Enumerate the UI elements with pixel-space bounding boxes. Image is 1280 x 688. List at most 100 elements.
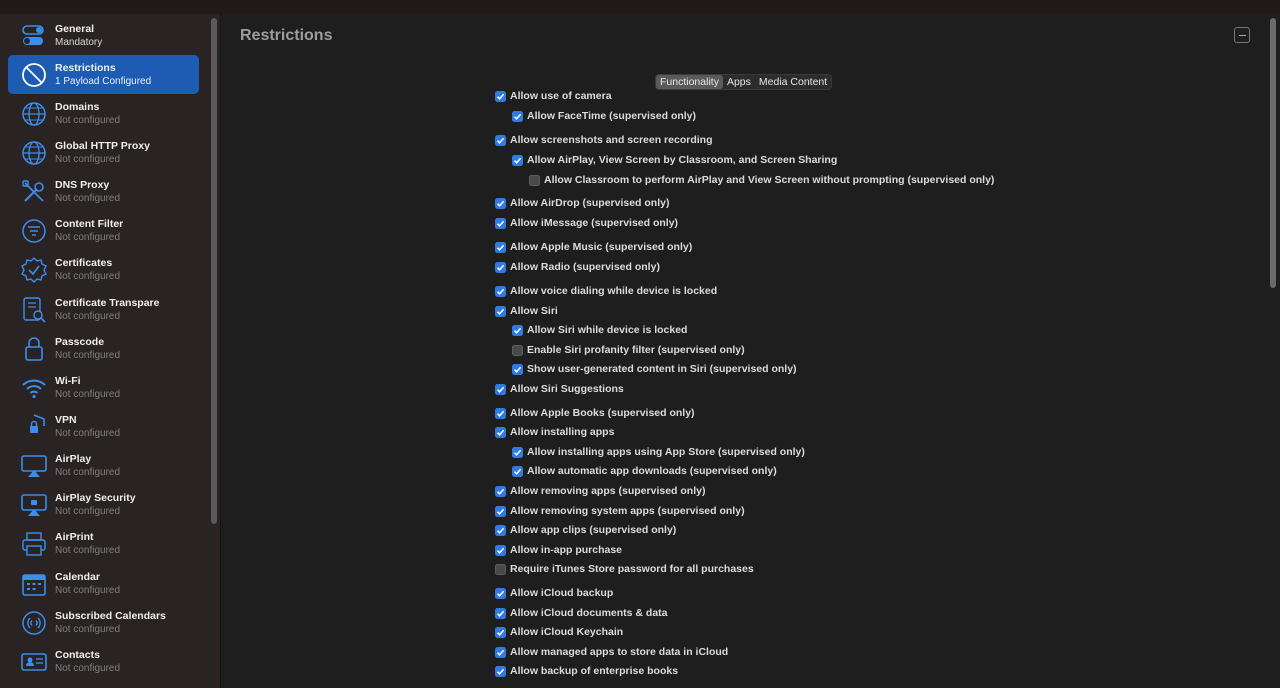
option-label[interactable]: Allow Siri (510, 305, 558, 317)
sidebar-item-dns-proxy[interactable]: DNS Proxy Not configured (8, 173, 199, 212)
option-label[interactable]: Allow managed apps to store data in iClo… (510, 646, 728, 658)
option-row: Show user-generated content in Siri (sup… (512, 363, 797, 375)
option-row: Allow iCloud documents & data (495, 607, 668, 619)
sidebar-item-passcode[interactable]: Passcode Not configured (8, 329, 199, 368)
tab-media-content[interactable]: Media Content (755, 75, 831, 89)
sidebar-item-wi-fi[interactable]: Wi-Fi Not configured (8, 368, 199, 407)
checkbox-checked[interactable] (495, 241, 506, 253)
sidebar-item-certificates[interactable]: Certificates Not configured (8, 251, 199, 290)
option-label[interactable]: Allow iCloud backup (510, 587, 613, 599)
checkbox-checked[interactable] (495, 426, 506, 438)
option-label[interactable]: Require iTunes Store password for all pu… (510, 563, 754, 575)
checkbox-checked[interactable] (495, 90, 506, 102)
sidebar-item-title: Content Filter (55, 218, 124, 231)
option-label[interactable]: Allow installing apps (510, 426, 614, 438)
checkbox-checked[interactable] (495, 285, 506, 297)
option-label[interactable]: Allow Apple Music (supervised only) (510, 241, 692, 253)
checkbox-checked[interactable] (512, 110, 523, 122)
option-label[interactable]: Allow Radio (supervised only) (510, 261, 660, 273)
sidebar-scrollbar[interactable] (211, 18, 217, 524)
tab-apps[interactable]: Apps (723, 75, 755, 89)
checkbox-checked[interactable] (495, 217, 506, 229)
checkbox-checked[interactable] (495, 197, 506, 209)
sidebar-item-domains[interactable]: Domains Not configured (8, 94, 199, 133)
option-row: Require iTunes Store password for all pu… (495, 563, 754, 575)
sidebar-item-global-http-proxy[interactable]: Global HTTP Proxy Not configured (8, 133, 199, 172)
option-label[interactable]: Allow iMessage (supervised only) (510, 217, 678, 229)
option-row: Allow FaceTime (supervised only) (512, 110, 696, 122)
checkbox-checked[interactable] (495, 305, 506, 317)
checkbox-unchecked[interactable] (529, 174, 540, 186)
option-label[interactable]: Allow in-app purchase (510, 544, 622, 556)
option-label[interactable]: Allow Siri Suggestions (510, 383, 624, 395)
sidebar-item-title: Domains (55, 100, 100, 113)
sidebar-item-title: General (55, 22, 95, 35)
checkbox-checked[interactable] (495, 261, 506, 273)
sidebar-item-title: Subscribed Calendars (55, 609, 166, 622)
checkbox-checked[interactable] (512, 154, 523, 166)
checkbox-checked[interactable] (512, 363, 523, 375)
option-label[interactable]: Allow voice dialing while device is lock… (510, 285, 717, 297)
sidebar-item-airprint[interactable]: AirPrint Not configured (8, 525, 199, 564)
option-label[interactable]: Allow use of camera (510, 90, 612, 102)
collapse-button[interactable] (1234, 27, 1250, 43)
main-scrollbar[interactable] (1270, 18, 1276, 288)
option-row: Allow use of camera (495, 90, 612, 102)
option-label[interactable]: Allow automatic app downloads (supervise… (527, 465, 777, 477)
sidebar-item-general[interactable]: General Mandatory (8, 16, 199, 55)
sidebar-item-status: Not configured (55, 467, 121, 479)
checkbox-checked[interactable] (495, 134, 506, 146)
sidebar-item-airplay-security[interactable]: AirPlay Security Not configured (8, 486, 199, 525)
minus-icon (1238, 34, 1246, 36)
checkbox-checked[interactable] (495, 524, 506, 536)
checkbox-checked[interactable] (495, 626, 506, 638)
option-label[interactable]: Allow AirPlay, View Screen by Classroom,… (527, 154, 837, 166)
checkbox-unchecked[interactable] (512, 344, 523, 356)
option-label[interactable]: Allow Apple Books (supervised only) (510, 407, 695, 419)
option-label[interactable]: Allow Siri while device is locked (527, 324, 687, 336)
option-label[interactable]: Allow removing apps (supervised only) (510, 485, 705, 497)
option-label[interactable]: Allow iCloud Keychain (510, 626, 623, 638)
checkbox-checked[interactable] (495, 665, 506, 677)
option-label[interactable]: Show user-generated content in Siri (sup… (527, 363, 797, 375)
certificate-badge-icon (20, 256, 48, 284)
checkbox-checked[interactable] (512, 324, 523, 336)
option-label[interactable]: Enable Siri profanity filter (supervised… (527, 344, 745, 356)
checkbox-checked[interactable] (495, 646, 506, 658)
sidebar-item-subscribed-calendars[interactable]: Subscribed Calendars Not configured (8, 603, 199, 642)
checkbox-checked[interactable] (495, 383, 506, 395)
option-row: Allow screenshots and screen recording (495, 134, 712, 146)
checkbox-checked[interactable] (495, 607, 506, 619)
checkbox-checked[interactable] (512, 465, 523, 477)
option-label[interactable]: Allow Classroom to perform AirPlay and V… (544, 174, 994, 186)
option-label[interactable]: Allow installing apps using App Store (s… (527, 446, 805, 458)
sidebar-item-status: Not configured (55, 427, 121, 439)
checkbox-checked[interactable] (495, 544, 506, 556)
sidebar-item-restrictions[interactable]: Restrictions 1 Payload Configured (8, 55, 199, 95)
sidebar-item-title: AirPrint (55, 531, 94, 544)
option-label[interactable]: Allow removing system apps (supervised o… (510, 505, 745, 517)
option-label[interactable]: Allow app clips (supervised only) (510, 524, 676, 536)
sidebar-item-status: Not configured (55, 232, 121, 244)
sidebar-item-status: Not configured (55, 271, 121, 283)
checkbox-unchecked[interactable] (495, 563, 506, 575)
sidebar-item-calendar[interactable]: Calendar Not configured (8, 564, 199, 603)
option-label[interactable]: Allow backup of enterprise books (510, 665, 678, 677)
sidebar-item-certificate-transpare[interactable]: Certificate Transpare Not configured (8, 290, 199, 329)
checkbox-checked[interactable] (512, 446, 523, 458)
checkbox-checked[interactable] (495, 505, 506, 517)
contacts-card-icon (20, 648, 48, 676)
option-label[interactable]: Allow screenshots and screen recording (510, 134, 712, 146)
sidebar-item-contacts[interactable]: Contacts Not configured (8, 642, 199, 681)
tab-functionality[interactable]: Functionality (656, 75, 723, 89)
sidebar-item-vpn[interactable]: VPN Not configured (8, 407, 199, 446)
option-label[interactable]: Allow FaceTime (supervised only) (527, 110, 696, 122)
option-label[interactable]: Allow AirDrop (supervised only) (510, 197, 669, 209)
option-label[interactable]: Allow iCloud documents & data (510, 607, 668, 619)
sidebar-item-text: VPN Not configured (55, 414, 120, 440)
sidebar-item-content-filter[interactable]: Content Filter Not configured (8, 212, 199, 251)
checkbox-checked[interactable] (495, 485, 506, 497)
sidebar-item-airplay[interactable]: AirPlay Not configured (8, 447, 199, 486)
checkbox-checked[interactable] (495, 407, 506, 419)
checkbox-checked[interactable] (495, 587, 506, 599)
